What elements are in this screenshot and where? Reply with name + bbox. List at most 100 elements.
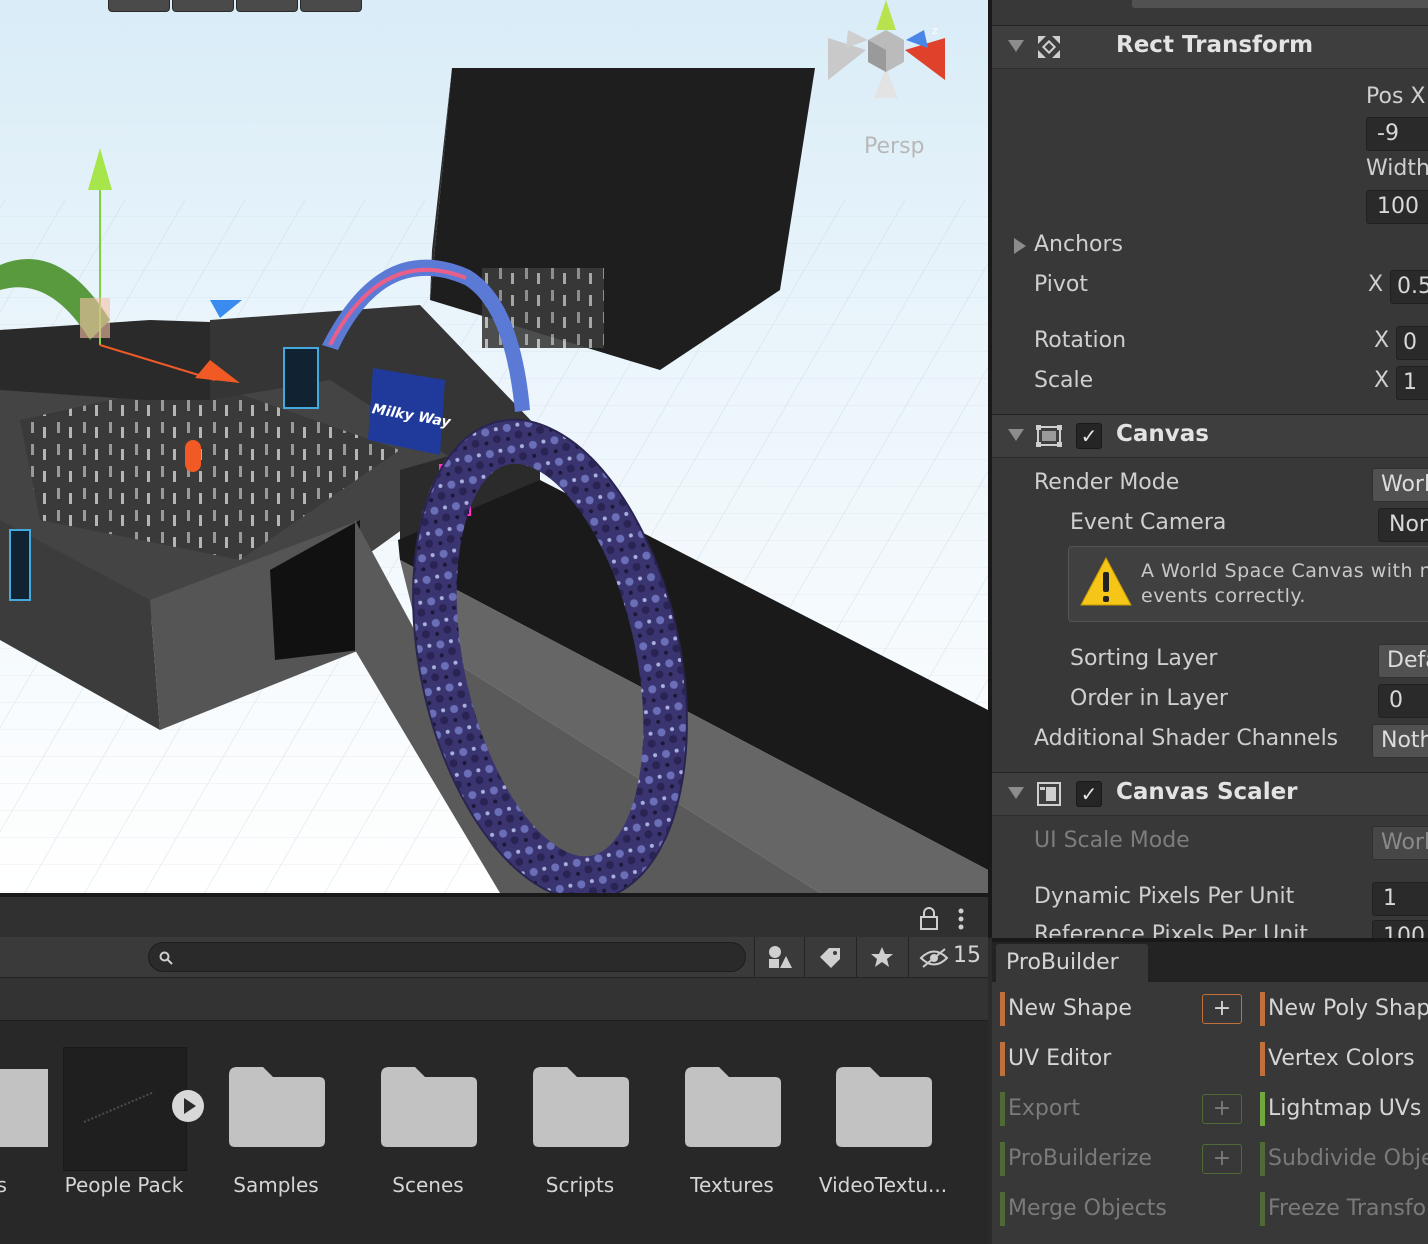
pivot-x-field[interactable]: 0.5	[1390, 270, 1428, 304]
category-color-bar	[1000, 992, 1005, 1026]
canvas-scaler-header[interactable]: ✓ Canvas Scaler	[992, 772, 1428, 816]
new-shape-button[interactable]: New Shape	[992, 990, 1192, 1028]
scene-toolbar-button[interactable]	[236, 0, 298, 12]
rect-transform-title: Rect Transform	[1116, 32, 1314, 58]
button-label: Vertex Colors	[1268, 1046, 1415, 1071]
scene-toolbar	[108, 0, 362, 12]
category-color-bar	[1000, 1142, 1005, 1176]
play-icon[interactable]	[171, 1089, 205, 1123]
projection-label[interactable]: Persp	[864, 134, 925, 159]
pivot-label: Pivot	[1034, 272, 1089, 297]
probuilderize-button: ProBuilderize	[992, 1140, 1192, 1178]
order-in-layer-field[interactable]: 0	[1378, 684, 1428, 718]
category-color-bar	[1000, 1042, 1005, 1076]
shader-channels-dropdown[interactable]: Noth	[1372, 724, 1428, 758]
project-search-input[interactable]	[148, 942, 746, 972]
dynamic-ppu-label: Dynamic Pixels Per Unit	[1034, 884, 1295, 909]
scene-view[interactable]: Milky Way z Persp	[0, 0, 988, 893]
folder-icon	[229, 1067, 325, 1147]
vertex-colors-button[interactable]: Vertex Colors	[1252, 1040, 1428, 1078]
anchors-label[interactable]: Anchors	[1034, 232, 1123, 257]
scene-toolbar-button[interactable]	[172, 0, 234, 12]
asset-label: Scenes	[392, 1173, 464, 1197]
scene-render[interactable]: Milky Way z	[0, 0, 988, 893]
people-pack-preview	[83, 1091, 155, 1123]
lightmap-uvs-button[interactable]: Lightmap UVs	[1252, 1090, 1428, 1128]
canvas-enabled-checkbox[interactable]: ✓	[1076, 423, 1102, 449]
foldout-arrow-icon[interactable]	[1008, 787, 1024, 799]
pos-x-field[interactable]: -9	[1366, 117, 1428, 151]
category-color-bar	[1000, 1092, 1005, 1126]
world-space-warning: A World Space Canvas with no events corr…	[1068, 546, 1428, 622]
prefab-thumbnail	[63, 1047, 187, 1171]
shapes-icon	[769, 946, 792, 968]
width-field[interactable]: 100	[1366, 190, 1428, 224]
button-label: New Shape	[1008, 996, 1132, 1021]
filter-by-type-button[interactable]	[754, 937, 805, 977]
folder-icon	[836, 1067, 932, 1147]
canvas-scaler-enabled-checkbox[interactable]: ✓	[1076, 781, 1102, 807]
hidden-count: 15	[953, 943, 981, 968]
foldout-arrow-icon[interactable]	[1008, 40, 1024, 52]
asset-label: People Pack	[64, 1173, 184, 1197]
render-mode-label: Render Mode	[1034, 470, 1180, 495]
warning-text: A World Space Canvas with no events corr…	[1141, 560, 1428, 607]
reference-ppu-field[interactable]: 100	[1372, 920, 1428, 938]
hidden-packages-button[interactable]: 15	[908, 937, 989, 977]
rect-transform-header[interactable]: Rect Transform	[992, 25, 1428, 69]
category-color-bar	[1000, 1192, 1005, 1226]
button-label: Freeze Transform	[1268, 1196, 1428, 1221]
new-poly-shape-button[interactable]: New Poly Shape	[1252, 990, 1428, 1028]
probuilder-tab-strip: ProBuilder	[992, 942, 1428, 982]
export-button: Export	[992, 1090, 1192, 1128]
event-camera-field[interactable]: Non	[1378, 508, 1428, 542]
tag-dropdown[interactable]	[1132, 0, 1428, 8]
folder-icon	[685, 1067, 781, 1147]
sorting-layer-label: Sorting Layer	[1070, 646, 1218, 671]
tab-probuilder[interactable]: ProBuilder	[996, 944, 1148, 982]
tag-icon	[820, 948, 840, 968]
rect-transform-icon	[1038, 36, 1060, 58]
sorting-layer-dropdown[interactable]: Defa	[1378, 644, 1428, 678]
filter-by-label-button[interactable]	[804, 937, 855, 977]
project-breadcrumb-bar	[0, 978, 988, 1021]
lock-icon[interactable]	[918, 907, 940, 931]
freeze-transform-button: Freeze Transform	[1252, 1190, 1428, 1228]
scene-toolbar-button[interactable]	[300, 0, 362, 12]
ui-scale-mode-dropdown: Worl	[1372, 826, 1428, 860]
more-options-icon[interactable]	[954, 907, 968, 931]
button-label: Lightmap UVs	[1268, 1096, 1422, 1121]
new-shape-options-button[interactable]: +	[1202, 994, 1242, 1024]
canvas-scaler-icon	[1037, 782, 1061, 806]
category-color-bar	[1260, 1142, 1265, 1176]
inspector-panel: Rect Transform Pos X -9 Width 100 Anchor…	[988, 0, 1428, 938]
pivot-x-axis-label: X	[1368, 272, 1384, 297]
button-label: ProBuilderize	[1008, 1146, 1152, 1171]
button-label: Subdivide Objects	[1268, 1146, 1428, 1171]
folder-icon	[381, 1067, 477, 1147]
anchors-foldout-icon[interactable]	[1014, 238, 1026, 254]
render-mode-dropdown[interactable]: Worl	[1372, 468, 1428, 502]
foldout-arrow-icon[interactable]	[1008, 429, 1024, 441]
favorites-button[interactable]	[856, 937, 907, 977]
ui-scale-mode-label: UI Scale Mode	[1034, 828, 1190, 853]
scale-x-field[interactable]: 1	[1396, 366, 1428, 400]
asset-label: Textures	[690, 1173, 774, 1197]
dynamic-ppu-field[interactable]: 1	[1372, 882, 1428, 916]
scene-toolbar-button[interactable]	[108, 0, 170, 12]
rotation-x-field[interactable]: 0	[1396, 326, 1428, 360]
pos-x-label: Pos X	[1366, 84, 1426, 109]
category-color-bar	[1260, 992, 1265, 1026]
canvas-scaler-title: Canvas Scaler	[1116, 779, 1298, 805]
category-color-bar	[1260, 1042, 1265, 1076]
scale-label: Scale	[1034, 368, 1094, 393]
uv-editor-button[interactable]: UV Editor	[992, 1040, 1242, 1078]
asset-label: Scripts	[545, 1173, 615, 1197]
button-label: Export	[1008, 1096, 1081, 1121]
probuilder-window: ProBuilder New Shape + UV Editor Export …	[992, 938, 1428, 1244]
merge-objects-button: Merge Objects	[992, 1190, 1242, 1228]
canvas-header[interactable]: ✓ Canvas	[992, 414, 1428, 458]
canvas-title: Canvas	[1116, 421, 1209, 447]
folder-icon	[0, 1069, 48, 1147]
svg-text:z: z	[932, 24, 938, 37]
